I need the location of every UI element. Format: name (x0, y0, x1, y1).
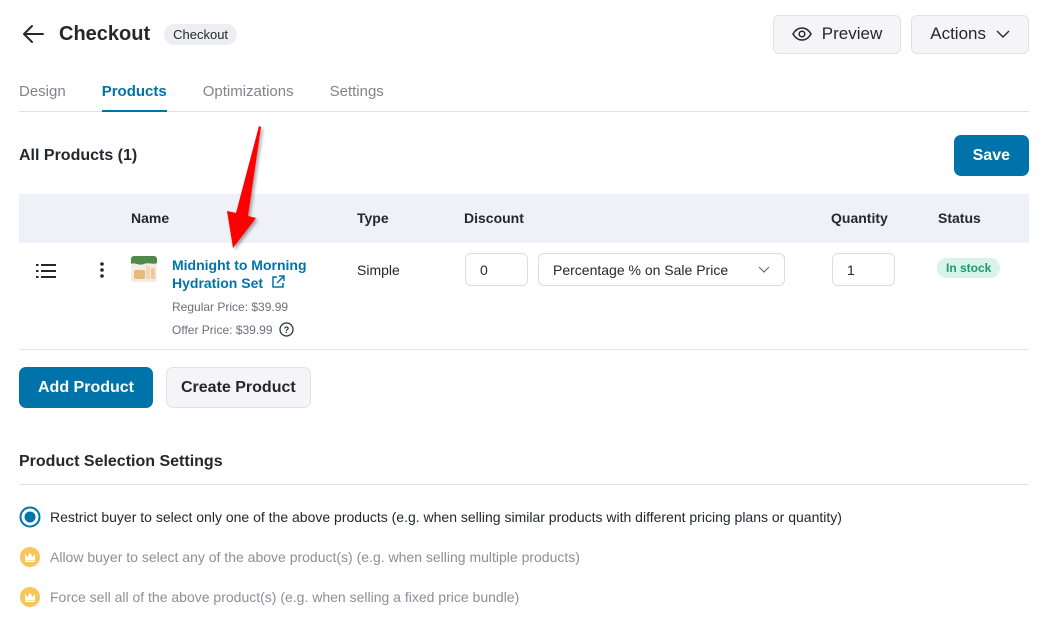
products-section-header: All Products (1) Save (19, 135, 1029, 176)
column-header-type: Type (357, 210, 389, 226)
tab-bar: Design Products Optimizations Settings (19, 74, 1029, 112)
drag-handle[interactable] (36, 263, 56, 284)
actions-dropdown[interactable]: Actions (911, 14, 1029, 54)
discount-type-select[interactable]: Percentage % on Sale Price (538, 253, 785, 286)
crown-premium-icon (19, 546, 41, 568)
arrow-left-icon (23, 25, 44, 43)
preview-label: Preview (821, 24, 883, 43)
product-name: Midnight to Morning Hydration Set (172, 257, 307, 291)
column-header-quantity: Quantity (831, 210, 888, 226)
svg-text:?: ? (283, 325, 289, 335)
table-row: Midnight to Morning Hydration Set Regula… (19, 243, 1029, 350)
option-label: Allow buyer to select any of the above p… (50, 549, 580, 565)
discount-value-input[interactable]: 0 (465, 253, 528, 286)
chevron-down-icon (758, 266, 770, 273)
row-menu-button[interactable] (99, 261, 105, 284)
products-section-title: All Products (1) (19, 146, 138, 164)
discount-type-value: Percentage % on Sale Price (553, 261, 729, 278)
preview-button[interactable]: Preview (772, 14, 902, 54)
product-thumbnail (131, 256, 157, 282)
column-header-discount: Discount (464, 210, 524, 226)
offer-price: Offer Price: $39.99 (172, 322, 273, 337)
option-restrict-one[interactable]: Restrict buyer to select only one of the… (19, 505, 842, 529)
option-select-any[interactable]: Allow buyer to select any of the above p… (19, 545, 842, 569)
more-vertical-icon (100, 262, 104, 278)
page-type-badge: Checkout (164, 23, 238, 45)
quantity-input[interactable]: 1 (832, 253, 895, 286)
column-header-name: Name (131, 210, 170, 226)
products-table: Name Type Discount Quantity Status Midni… (19, 194, 1029, 350)
external-link-icon[interactable] (271, 275, 285, 289)
option-force-sell-all[interactable]: Force sell all of the above product(s) (… (19, 585, 842, 609)
help-icon[interactable]: ? (278, 322, 294, 337)
actions-label: Actions (930, 24, 986, 43)
stock-status-badge: In stock (937, 258, 1001, 278)
crown-premium-icon (19, 586, 41, 608)
option-label: Restrict buyer to select only one of the… (50, 509, 842, 525)
chevron-down-icon (996, 30, 1010, 38)
product-image-icon (131, 256, 157, 282)
tab-optimizations[interactable]: Optimizations (203, 74, 294, 112)
product-actions: Add Product Create Product (19, 367, 311, 408)
option-label: Force sell all of the above product(s) (… (50, 589, 520, 605)
add-product-button[interactable]: Add Product (19, 367, 153, 408)
product-type: Simple (357, 262, 400, 278)
radio-selected-icon[interactable] (19, 506, 41, 528)
create-product-button[interactable]: Create Product (166, 367, 311, 408)
product-selection-settings-header: Product Selection Settings (19, 446, 1029, 485)
selection-options: Restrict buyer to select only one of the… (19, 505, 842, 625)
tab-settings[interactable]: Settings (330, 74, 384, 112)
tab-products[interactable]: Products (101, 74, 167, 112)
drag-list-icon (36, 264, 56, 278)
tab-design[interactable]: Design (19, 74, 66, 112)
table-header: Name Type Discount Quantity Status (19, 194, 1029, 243)
product-name-link[interactable]: Midnight to Morning Hydration Set (172, 256, 332, 292)
regular-price: Regular Price: $39.99 (172, 300, 289, 314)
offer-price-wrapper: Offer Price: $39.99 ? (172, 322, 294, 337)
eye-icon (791, 27, 812, 41)
page-title: Checkout (59, 22, 151, 45)
column-header-status: Status (938, 210, 981, 226)
product-selection-settings-title: Product Selection Settings (19, 453, 223, 470)
save-button[interactable]: Save (953, 135, 1029, 176)
back-button[interactable] (19, 20, 47, 48)
page-header: Checkout Checkout Preview Actions (19, 14, 1029, 54)
